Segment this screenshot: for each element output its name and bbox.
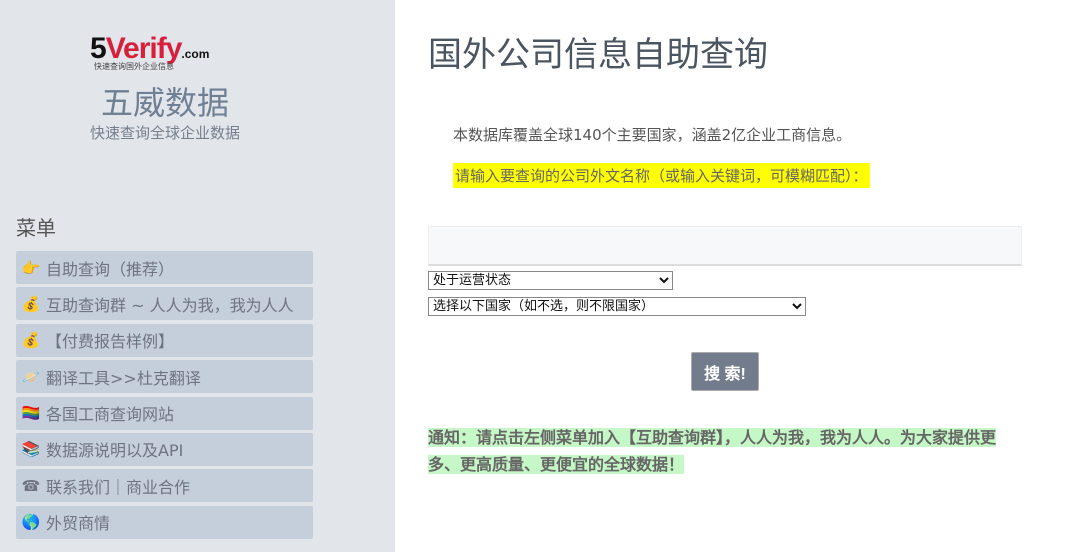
menu-item-contact[interactable]: ☎ 联系我们｜商业合作 [16,469,313,503]
brand-title: 五威数据 [100,84,229,122]
menu-item-label: 自助查询（推荐） [46,259,175,279]
search-prompt: 请输入要查询的公司外文名称（或输入关键词，可模糊匹配）： [453,163,870,188]
logo[interactable]: 5Verify.com 快速查询国外企业信息 [90,34,240,74]
intro-text: 本数据库覆盖全球140个主要国家，涵盖2亿企业工商信息。 [453,126,852,144]
menu-item-label: 各国工商查询网站 [46,405,175,425]
globe-icon: 🌎 [21,513,41,532]
menu-item-paid-report[interactable]: 💰 【付费报告样例】 [16,323,313,357]
menu-item-label: 外贸商情 [46,514,111,534]
menu: 👉 自助查询（推荐） 💰 互助查询群 ~ 人人为我，我为人人 💰 【付费报告样例】 🪐… [16,251,313,542]
logo-tagline: 快速查询国外企业信息 [94,62,174,71]
pointing-hand-icon: 👉 [21,258,41,277]
menu-item-mutual-group[interactable]: 💰 互助查询群 ~ 人人为我，我为人人 [16,287,313,321]
notice: 通知：请点击左侧菜单加入【互助查询群】，人人为我，我为人人。为大家提供更多、更高… [428,424,1022,478]
notice-text: 通知：请点击左侧菜单加入【互助查询群】，人人为我，我为人人。为大家提供更多、更高… [428,428,997,474]
money-bag-icon: 💰 [21,294,41,313]
page-title: 国外公司信息自助查询 [428,35,768,75]
menu-item-label: 【付费报告样例】 [46,332,175,352]
menu-item-registry-sites[interactable]: 🏳️‍🌈 各国工商查询网站 [16,396,313,430]
menu-item-label: 互助查询群 ~ 人人为我，我为人人 [46,295,294,315]
country-select[interactable]: 选择以下国家（如不选，则不限国家） [428,297,806,316]
brand-subtitle: 快速查询全球企业数据 [89,124,240,142]
menu-item-data-source-api[interactable]: 📚 数据源说明以及API [16,432,313,466]
rainbow-flag-icon: 🏳️‍🌈 [21,404,41,423]
menu-item-self-query[interactable]: 👉 自助查询（推荐） [16,251,313,284]
planet-icon: 🪐 [21,367,41,386]
menu-item-label: 联系我们｜商业合作 [46,477,191,497]
status-select[interactable]: 处于运营状态 [428,271,673,290]
sidebar: 5Verify.com 快速查询国外企业信息 五威数据 快速查询全球企业数据 菜… [0,0,395,552]
telephone-icon: ☎ [21,476,41,495]
company-search-input[interactable] [428,226,1022,266]
money-bag-icon: 💰 [21,331,41,350]
search-button[interactable]: 搜 索! [691,352,759,391]
logo-com: .com [181,47,210,61]
menu-item-translate[interactable]: 🪐 翻译工具>>杜克翻译 [16,360,313,394]
menu-item-label: 翻译工具>>杜克翻译 [46,368,201,388]
menu-title: 菜单 [16,216,56,240]
books-icon: 📚 [21,440,41,459]
menu-item-label: 数据源说明以及API [46,441,184,461]
menu-item-trade-info[interactable]: 🌎 外贸商情 [16,505,313,539]
